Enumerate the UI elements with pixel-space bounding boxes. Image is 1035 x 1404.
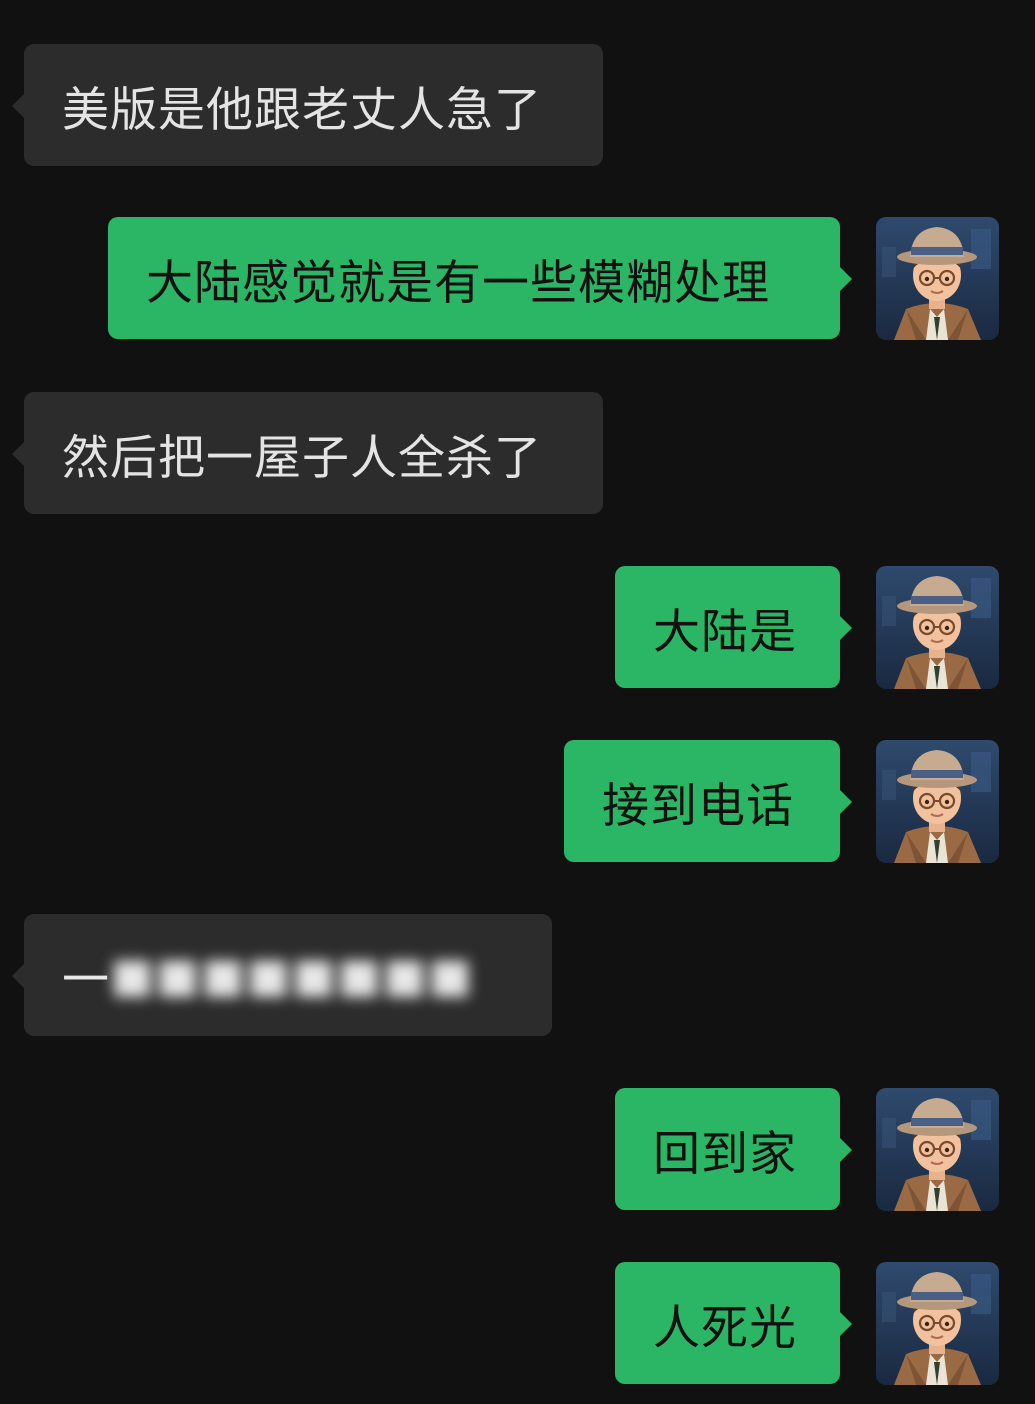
chat-message-8: 人死光	[0, 1262, 1035, 1384]
cartoon-man-hat-glasses-avatar-icon[interactable]	[876, 1088, 999, 1211]
chat-message-3: 然后把一屋子人全杀了	[0, 392, 1035, 514]
outgoing-message-bubble[interactable]: 接到电话	[564, 740, 852, 862]
outgoing-message-bubble[interactable]: 大陆感觉就是有一些模糊处理	[108, 217, 852, 339]
chat-message-7: 回到家	[0, 1088, 1035, 1210]
outgoing-message-bubble[interactable]: 人死光	[615, 1262, 852, 1384]
cartoon-man-hat-glasses-avatar-icon[interactable]	[876, 566, 999, 689]
cartoon-man-hat-glasses-avatar-icon[interactable]	[876, 740, 999, 863]
bubble-tail	[12, 94, 24, 118]
chat-message-2: 大陆感觉就是有一些模糊处理	[0, 217, 1035, 339]
incoming-message-bubble[interactable]: 然后把一屋子人全杀了	[12, 392, 603, 514]
cartoon-man-hat-glasses-avatar-icon[interactable]	[876, 1262, 999, 1385]
message-text: 人死光	[653, 1300, 797, 1356]
incoming-message-bubble[interactable]: 一 ■■■■■■■■	[12, 914, 552, 1036]
incoming-message-bubble[interactable]: 美版是他跟老丈人急了	[12, 44, 603, 166]
bubble-tail	[12, 442, 24, 466]
chat-message-4: 大陆是	[0, 566, 1035, 688]
chat-message-6: 一 ■■■■■■■■	[0, 914, 1035, 1036]
cartoon-man-hat-glasses-avatar-icon[interactable]	[876, 217, 999, 340]
blurred-text-mask: ■■■■■■■■	[110, 947, 474, 1003]
message-text: 大陆感觉就是有一些模糊处理	[146, 255, 770, 311]
bubble-tail	[840, 616, 852, 640]
bubble-tail	[12, 964, 24, 988]
outgoing-message-bubble[interactable]: 大陆是	[615, 566, 852, 688]
message-text: 回到家	[653, 1126, 797, 1182]
chat-message-5: 接到电话	[0, 740, 1035, 862]
bubble-tail	[840, 1138, 852, 1162]
bubble-tail	[840, 267, 852, 291]
bubble-tail	[840, 790, 852, 814]
bubble-tail	[840, 1312, 852, 1336]
message-text: 大陆是	[653, 604, 797, 660]
message-text: 接到电话	[602, 778, 794, 834]
outgoing-message-bubble[interactable]: 回到家	[615, 1088, 852, 1210]
message-text: 一	[62, 952, 110, 1008]
chat-message-1: 美版是他跟老丈人急了	[0, 44, 1035, 166]
message-text: 然后把一屋子人全杀了	[62, 430, 542, 486]
message-text: 美版是他跟老丈人急了	[62, 82, 542, 138]
